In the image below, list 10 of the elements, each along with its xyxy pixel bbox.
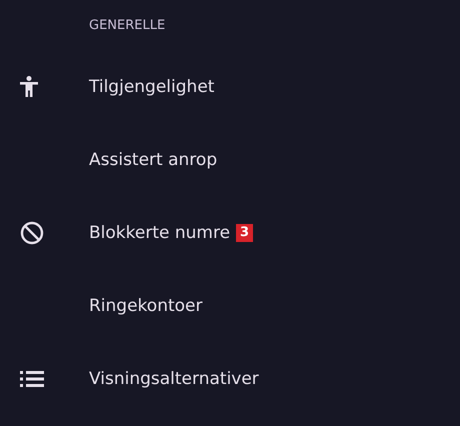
accessibility-icon (20, 76, 38, 98)
settings-item[interactable]: Ringekontoer (89, 296, 202, 316)
number-badge: 3 (236, 224, 254, 242)
section-title: GENERELLE (89, 18, 166, 32)
settings-item[interactable]: Blokkerte numre (89, 222, 230, 242)
settings-item[interactable]: Assistert anrop (89, 150, 218, 170)
settings-item[interactable]: Tilgjengelighet (89, 76, 214, 96)
settings-item[interactable]: Visningsalternativer (89, 368, 259, 388)
list-icon (20, 370, 44, 388)
block-icon (20, 220, 44, 244)
